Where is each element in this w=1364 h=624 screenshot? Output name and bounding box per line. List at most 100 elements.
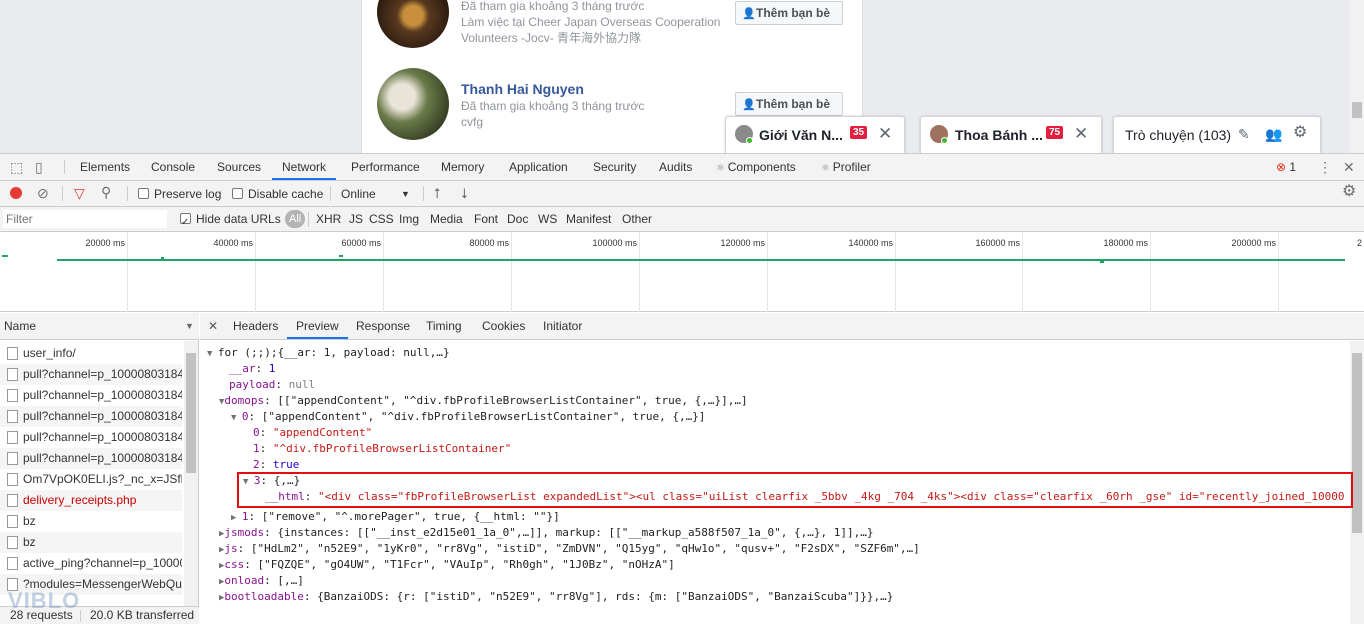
tab-sources[interactable]: Sources bbox=[217, 154, 261, 180]
close-icon[interactable]: ✕ bbox=[1074, 124, 1088, 144]
tab-network[interactable]: Network bbox=[272, 154, 337, 180]
compose-icon[interactable]: ✎ bbox=[1238, 127, 1250, 141]
request-row[interactable]: pull?channel=p_10000803184 bbox=[0, 406, 182, 427]
tree-node[interactable]: ▼ 0: ["appendContent", "^div.fbProfileBr… bbox=[231, 409, 705, 426]
tab-timing[interactable]: Timing bbox=[426, 313, 462, 339]
record-button[interactable] bbox=[10, 187, 22, 199]
chat-tab[interactable]: Giới Văn N... 35 ✕ bbox=[725, 116, 905, 153]
tree-node[interactable]: ▼domops: [["appendContent", "^div.fbProf… bbox=[219, 393, 748, 410]
timeline-tick: 120000 ms bbox=[720, 238, 765, 248]
tab-audits[interactable]: Audits bbox=[659, 154, 692, 180]
add-friend-button[interactable]: 👤Thêm bạn bè bbox=[735, 92, 843, 116]
filter-type-manifest[interactable]: Manifest bbox=[566, 207, 611, 231]
divider bbox=[127, 186, 128, 201]
request-row[interactable]: Om7VpOK0ELI.js?_nc_x=JSflm bbox=[0, 469, 182, 490]
transferred-size: 20.0 KB transferred bbox=[90, 608, 195, 622]
chat-tab[interactable]: Thoa Bánh ... 75 ✕ bbox=[920, 116, 1102, 153]
inspect-icon[interactable]: ⬚ bbox=[10, 160, 23, 174]
filter-type-css[interactable]: CSS bbox=[369, 207, 394, 231]
timeline-bar bbox=[2, 255, 8, 257]
clear-icon[interactable]: ⊘ bbox=[37, 186, 49, 200]
gear-icon[interactable]: ⚙ bbox=[1293, 125, 1307, 141]
timeline-tick: 180000 ms bbox=[1103, 238, 1148, 248]
more-menu-icon[interactable]: ⋮ bbox=[1318, 160, 1332, 174]
filter-type-xhr[interactable]: XHR bbox=[316, 207, 341, 231]
add-friend-button[interactable]: 👤Thêm bạn bè bbox=[735, 1, 843, 25]
timeline-tick: 20000 ms bbox=[85, 238, 125, 248]
error-counter[interactable]: ⊗ 1 bbox=[1276, 154, 1296, 180]
tab-elements[interactable]: Elements bbox=[80, 154, 130, 180]
avatar[interactable] bbox=[377, 0, 449, 48]
joined-text: Đã tham gia khoảng 3 tháng trước bbox=[461, 99, 645, 113]
filter-type-ws[interactable]: WS bbox=[538, 207, 557, 231]
tree-node[interactable]: ▶ 1: ["remove", "^.morePager", true, {__… bbox=[231, 509, 560, 526]
request-row[interactable]: pull?channel=p_10000803184 bbox=[0, 448, 182, 469]
request-row[interactable]: bz bbox=[0, 511, 182, 532]
filter-input[interactable] bbox=[3, 210, 167, 228]
tree-node[interactable]: ▶js: ["HdLm2", "n52E9", "1yKr0", "rr8Vg"… bbox=[219, 541, 920, 558]
tab-profiler[interactable]: ⚛ Profiler bbox=[821, 154, 871, 180]
bio-text: cvfg bbox=[461, 115, 484, 129]
request-row[interactable]: pull?channel=p_10000803184 bbox=[0, 364, 182, 385]
tree-root[interactable]: ▼ for (;;);{__ar: 1, payload: null,…} bbox=[207, 345, 450, 362]
request-row[interactable]: bz bbox=[0, 532, 182, 553]
list-scrollbar[interactable] bbox=[184, 341, 198, 607]
filter-type-all[interactable]: All bbox=[285, 210, 306, 228]
close-icon[interactable]: ✕ bbox=[208, 313, 218, 339]
search-icon[interactable]: ⚲ bbox=[101, 185, 111, 199]
tab-security[interactable]: Security bbox=[593, 154, 636, 180]
tree-node[interactable]: ▶jsmods: {instances: [["__inst_e2d15e01_… bbox=[219, 525, 873, 542]
page-scrollbar[interactable] bbox=[1350, 0, 1364, 153]
scrollbar-thumb[interactable] bbox=[186, 353, 196, 473]
scrollbar-thumb[interactable] bbox=[1352, 353, 1362, 533]
tree-node[interactable]: ▶bootloadable: {BanzaiODS: {r: ["istiD",… bbox=[219, 589, 893, 606]
timeline-tick: 80000 ms bbox=[469, 238, 509, 248]
chat-list-tab[interactable]: Trò chuyện (103) ✎ 👥 ⚙ bbox=[1113, 116, 1321, 153]
close-icon[interactable]: ✕ bbox=[878, 124, 892, 144]
person-name[interactable]: Thanh Hai Nguyen bbox=[461, 81, 584, 97]
request-row[interactable]: pull?channel=p_10000803184 bbox=[0, 385, 182, 406]
group-icon[interactable]: 👥 bbox=[1265, 127, 1282, 141]
tab-cookies[interactable]: Cookies bbox=[482, 313, 525, 339]
filter-icon[interactable]: ▽ bbox=[74, 186, 85, 200]
tab-performance[interactable]: Performance bbox=[351, 154, 420, 180]
close-icon[interactable]: ✕ bbox=[1343, 160, 1355, 174]
request-row[interactable]: pull?channel=p_10000803184 bbox=[0, 427, 182, 448]
filter-type-media[interactable]: Media bbox=[430, 207, 463, 231]
scrollbar-thumb[interactable] bbox=[1352, 102, 1362, 118]
timeline-tick: 100000 ms bbox=[592, 238, 637, 248]
import-icon[interactable]: ⭡ bbox=[434, 186, 441, 200]
network-timeline[interactable]: 20000 ms 40000 ms 60000 ms 80000 ms 1000… bbox=[0, 232, 1364, 312]
request-row[interactable]: active_ping?channel=p_10000 bbox=[0, 553, 182, 574]
divider bbox=[330, 186, 331, 201]
hide-data-urls-checkbox[interactable]: ✓ Hide data URLs bbox=[180, 207, 281, 231]
preserve-log-checkbox[interactable]: Preserve log bbox=[138, 182, 221, 206]
request-row[interactable]: user_info/ bbox=[0, 343, 182, 364]
tab-response[interactable]: Response bbox=[356, 313, 410, 339]
name-header[interactable]: Name ▼ bbox=[0, 313, 199, 340]
tab-initiator[interactable]: Initiator bbox=[543, 313, 582, 339]
request-row[interactable]: delivery_receipts.php bbox=[0, 490, 182, 511]
filter-type-other[interactable]: Other bbox=[622, 207, 652, 231]
settings-icon[interactable]: ⚙ bbox=[1342, 184, 1356, 200]
timeline-bar bbox=[161, 257, 164, 259]
tree-node[interactable]: ▶css: ["FQZQE", "gO4UW", "T1Fcr", "VAuIp… bbox=[219, 557, 675, 574]
disable-cache-checkbox[interactable]: Disable cache bbox=[232, 182, 323, 206]
tree-node[interactable]: ▶onload: [,…] bbox=[219, 573, 304, 590]
avatar[interactable] bbox=[377, 68, 449, 140]
tab-headers[interactable]: Headers bbox=[233, 313, 278, 339]
tab-preview[interactable]: Preview bbox=[287, 313, 348, 339]
filter-type-font[interactable]: Font bbox=[474, 207, 498, 231]
tab-components[interactable]: ⚛ Components bbox=[716, 154, 796, 180]
filter-type-js[interactable]: JS bbox=[349, 207, 363, 231]
file-icon bbox=[7, 473, 18, 486]
divider bbox=[64, 160, 65, 174]
export-icon[interactable]: ⭣ bbox=[461, 186, 468, 200]
device-toolbar-icon[interactable]: ▯ bbox=[35, 160, 43, 174]
tab-memory[interactable]: Memory bbox=[441, 154, 484, 180]
throttle-select[interactable]: Online ▼ bbox=[341, 182, 413, 206]
tab-application[interactable]: Application bbox=[509, 154, 568, 180]
tab-console[interactable]: Console bbox=[151, 154, 195, 180]
filter-type-img[interactable]: Img bbox=[399, 207, 419, 231]
filter-type-doc[interactable]: Doc bbox=[507, 207, 528, 231]
